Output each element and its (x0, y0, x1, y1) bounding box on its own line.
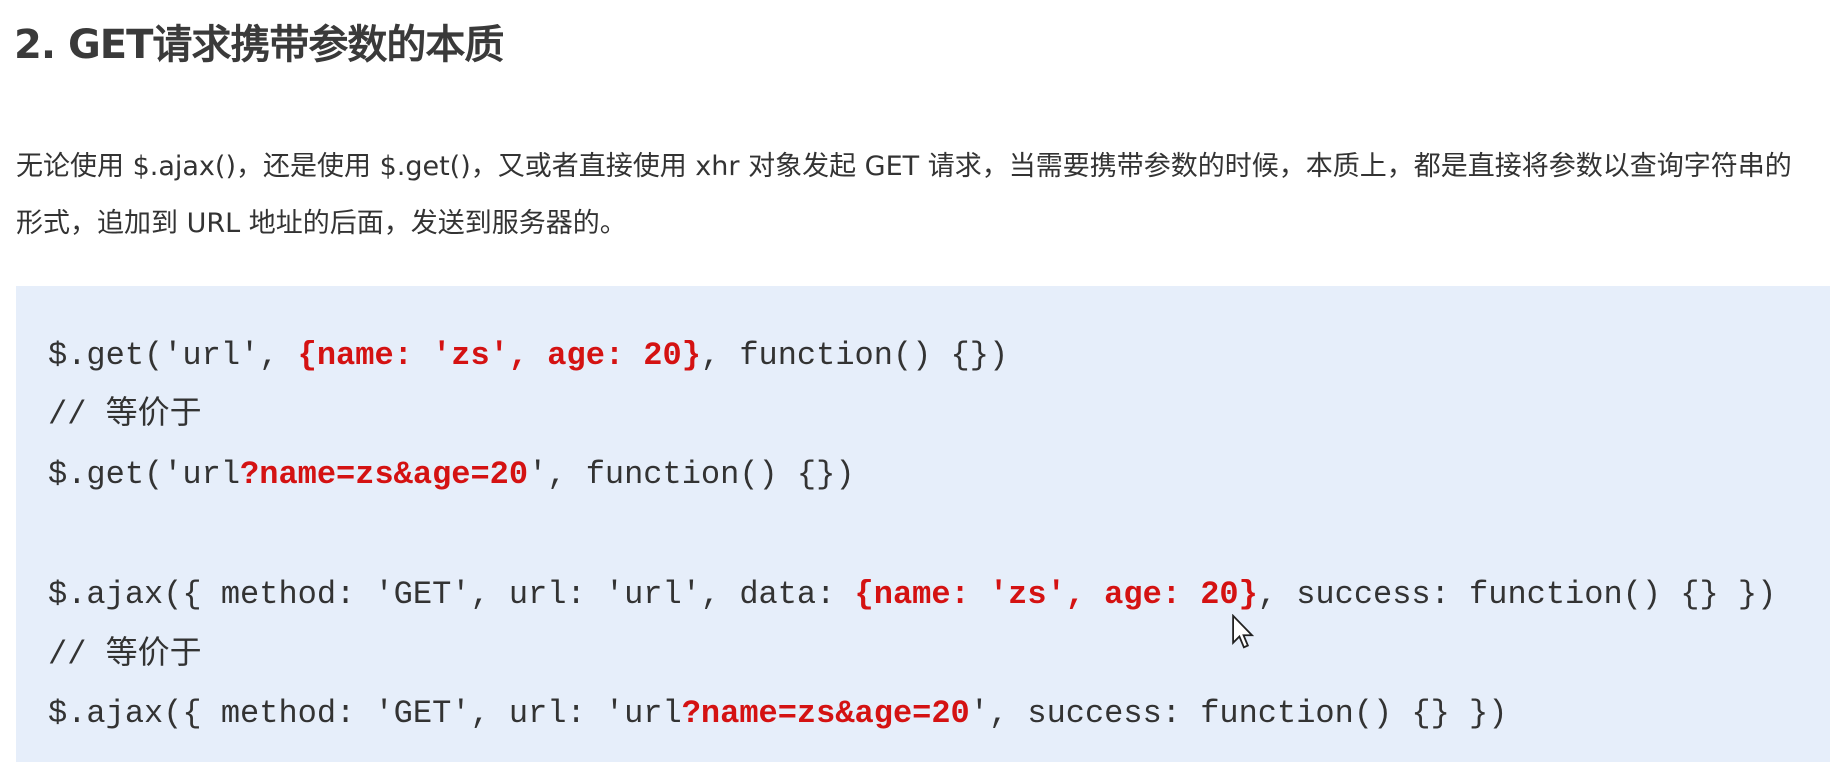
code-line: $.ajax({ method: 'GET', url: 'url?name=z… (48, 694, 1507, 734)
code-highlight: {name: 'zs', age: 20} (297, 337, 701, 374)
code-comment: // 等价于 (48, 396, 202, 433)
code-text: $.ajax({ method: 'GET', url: 'url', data… (48, 576, 855, 613)
code-highlight: ?name=zs&age=20 (681, 695, 970, 732)
description-paragraph: 无论使用 $.ajax()，还是使用 $.get()，又或者直接使用 xhr 对… (16, 151, 1792, 239)
page-title: 2. GET请求携带参数的本质 (14, 22, 504, 68)
code-highlight: ?name=zs&age=20 (240, 456, 529, 493)
code-text: ', function() {}) (528, 456, 855, 493)
code-text: $.ajax({ method: 'GET', url: 'url (48, 695, 682, 732)
code-text: $.get('url (48, 456, 241, 493)
code-text: $.get('url', (48, 337, 298, 374)
code-block: $.get('url', {name: 'zs', age: 20}, func… (16, 286, 1830, 762)
code-line: $.get('url?name=zs&age=20', function() {… (48, 455, 855, 495)
mouse-pointer-icon (1232, 614, 1255, 649)
code-line: $.ajax({ method: 'GET', url: 'url', data… (48, 575, 1776, 615)
code-highlight: {name: 'zs', age: 20} (854, 576, 1258, 613)
code-text: , function() {}) (700, 337, 1009, 374)
code-text: , success: function() {} }) (1257, 576, 1777, 613)
code-text: ', success: function() {} }) (969, 695, 1508, 732)
code-comment: // 等价于 (48, 636, 202, 673)
code-line: $.get('url', {name: 'zs', age: 20}, func… (48, 336, 1008, 376)
